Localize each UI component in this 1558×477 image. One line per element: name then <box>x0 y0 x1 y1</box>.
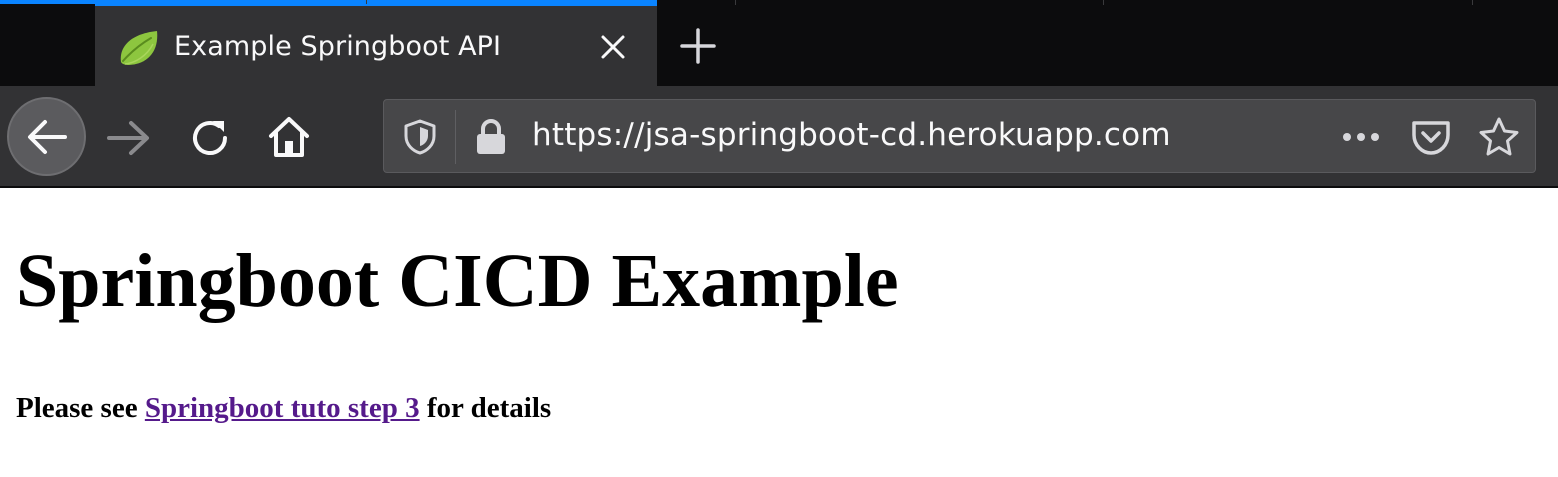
page-title: Springboot CICD Example <box>16 239 899 323</box>
new-tab-button[interactable] <box>678 26 718 66</box>
spring-leaf-icon <box>117 28 161 68</box>
address-bar[interactable]: https://jsa-springboot-cd.herokuapp.com <box>383 99 1536 173</box>
shield-icon[interactable] <box>403 119 437 155</box>
tab-separator <box>735 0 736 5</box>
url-text[interactable]: https://jsa-springboot-cd.herokuapp.com <box>532 117 1171 153</box>
forward-button[interactable] <box>104 116 154 160</box>
arrow-left-icon <box>27 119 67 154</box>
close-icon[interactable] <box>600 34 626 60</box>
more-dots-icon[interactable] <box>1339 122 1383 152</box>
nav-toolbar: https://jsa-springboot-cd.herokuapp.com <box>0 86 1558 188</box>
star-icon[interactable] <box>1478 116 1520 158</box>
page-viewport: Springboot CICD Example Please see Sprin… <box>0 190 1558 477</box>
reload-button[interactable] <box>188 116 232 160</box>
tab-separator <box>1472 0 1473 5</box>
pocket-icon[interactable] <box>1410 118 1452 158</box>
plus-icon <box>680 28 716 64</box>
urlbar-separator <box>455 110 456 164</box>
active-tab[interactable]: Example Springboot API <box>95 4 657 86</box>
lock-icon[interactable] <box>474 118 508 156</box>
back-button[interactable] <box>7 97 86 176</box>
paragraph-text-after: for details <box>419 392 552 424</box>
page-paragraph: Please see Springboot tuto step 3 for de… <box>16 394 551 423</box>
home-button[interactable] <box>266 114 312 160</box>
tab-separator <box>1103 0 1104 5</box>
home-icon <box>269 117 309 157</box>
tutorial-link[interactable]: Springboot tuto step 3 <box>145 392 420 424</box>
tab-title: Example Springboot API <box>174 31 502 62</box>
reload-icon <box>193 121 227 155</box>
paragraph-text-before: Please see <box>16 392 145 424</box>
tab-strip: Example Springboot API <box>0 0 1558 86</box>
arrow-right-icon <box>107 121 149 155</box>
